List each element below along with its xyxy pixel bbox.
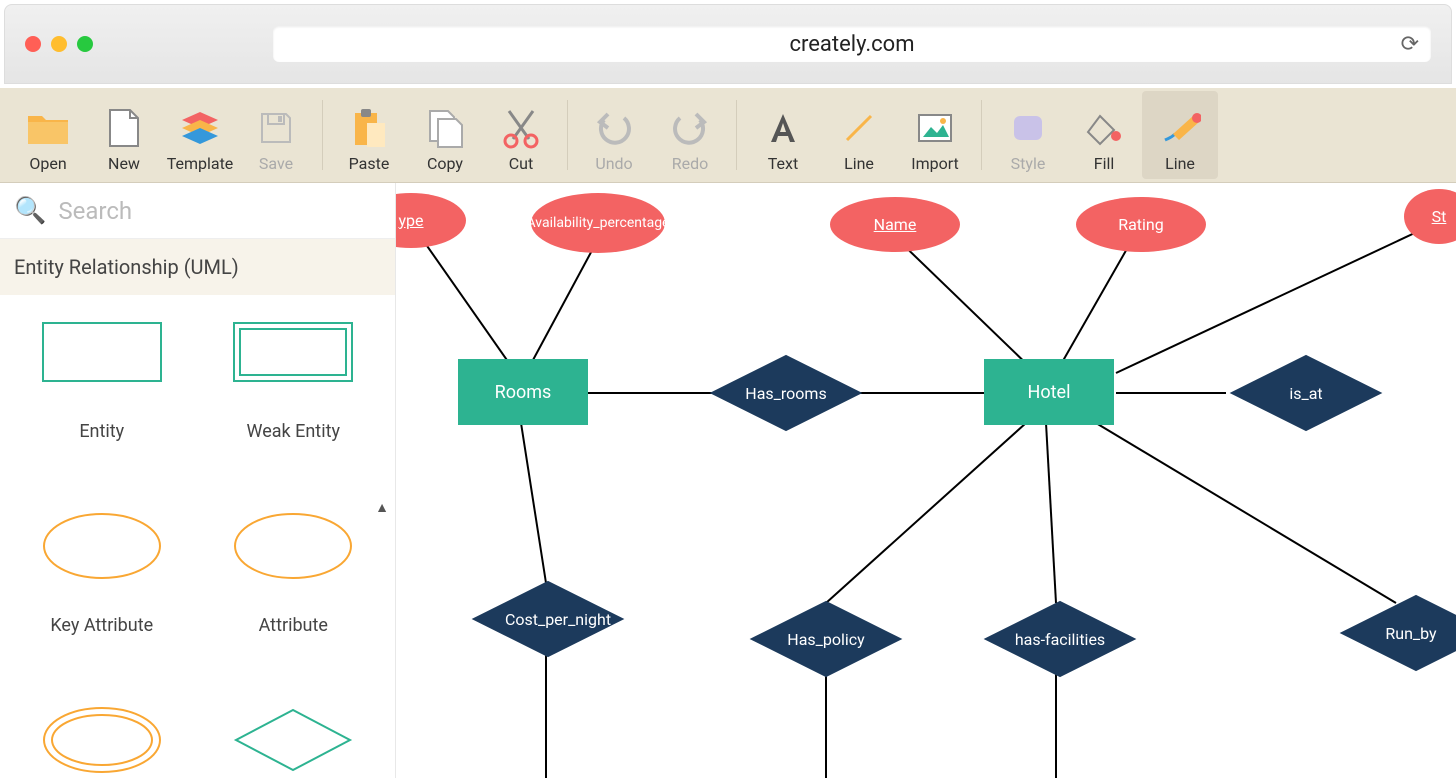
style-icon xyxy=(1006,106,1050,150)
folder-icon xyxy=(26,106,70,150)
pencil-icon xyxy=(1158,106,1202,150)
search-input[interactable] xyxy=(58,197,381,225)
toolbar-separator xyxy=(322,100,323,170)
main-toolbar: Open New Template Save Paste Copy Cut Un… xyxy=(0,88,1456,183)
shape-entity[interactable]: Entity xyxy=(6,311,198,501)
relationship-is-at[interactable]: is_at xyxy=(1216,355,1396,431)
traffic-lights xyxy=(25,36,93,52)
copy-icon xyxy=(423,106,467,150)
toolbar-separator xyxy=(567,100,568,170)
line-icon xyxy=(837,106,881,150)
shapes-sidebar: 🔍 Entity Relationship (UML) ▲ Entity Wea… xyxy=(0,183,395,778)
copy-button[interactable]: Copy xyxy=(407,91,483,179)
relationship-has-facilities[interactable]: has-facilities xyxy=(970,601,1150,677)
workspace: 🔍 Entity Relationship (UML) ▲ Entity Wea… xyxy=(0,183,1456,778)
toolbar-separator xyxy=(981,100,982,170)
new-file-icon xyxy=(102,106,146,150)
diagram-canvas[interactable]: ype Availability_percentage Name Rating … xyxy=(395,183,1456,778)
shape-attribute[interactable]: Attribute xyxy=(198,505,390,695)
attribute-name[interactable]: Name xyxy=(830,197,960,252)
browser-chrome: creately.com ⟳ xyxy=(4,4,1452,84)
relationship-run-by[interactable]: Run_by xyxy=(1326,595,1456,671)
line-tool-button[interactable]: Line xyxy=(1142,91,1218,179)
address-bar[interactable]: creately.com ⟳ xyxy=(273,26,1431,62)
close-window-button[interactable] xyxy=(25,36,41,52)
diagram-edges xyxy=(396,183,1456,778)
search-row: 🔍 xyxy=(0,183,395,239)
shape-key-attribute[interactable]: Key Attribute xyxy=(6,505,198,695)
relationship-cost-per-night[interactable]: Cost_per_night xyxy=(458,581,658,657)
import-button[interactable]: Import xyxy=(897,91,973,179)
style-button[interactable]: Style xyxy=(990,91,1066,179)
shape-weak-entity[interactable]: Weak Entity xyxy=(198,311,390,501)
redo-icon xyxy=(668,106,712,150)
undo-button[interactable]: Undo xyxy=(576,91,652,179)
open-button[interactable]: Open xyxy=(10,91,86,179)
shape-extra-1[interactable] xyxy=(6,699,198,778)
template-button[interactable]: Template xyxy=(162,91,238,179)
cut-button[interactable]: Cut xyxy=(483,91,559,179)
import-icon xyxy=(913,106,957,150)
scroll-up-icon[interactable]: ▲ xyxy=(375,499,389,516)
save-button[interactable]: Save xyxy=(238,91,314,179)
new-button[interactable]: New xyxy=(86,91,162,179)
cut-icon xyxy=(499,106,543,150)
entity-rooms[interactable]: Rooms xyxy=(458,359,588,425)
search-icon[interactable]: 🔍 xyxy=(14,196,46,226)
entity-hotel[interactable]: Hotel xyxy=(984,359,1114,425)
maximize-window-button[interactable] xyxy=(77,36,93,52)
fill-button[interactable]: Fill xyxy=(1066,91,1142,179)
attribute-rating[interactable]: Rating xyxy=(1076,197,1206,252)
line-button[interactable]: Line xyxy=(821,91,897,179)
text-button[interactable]: Text xyxy=(745,91,821,179)
attribute-availability[interactable]: Availability_percentage xyxy=(531,193,665,253)
undo-icon xyxy=(592,106,636,150)
relationship-has-policy[interactable]: Has_policy xyxy=(736,601,916,677)
relationship-has-rooms[interactable]: Has_rooms xyxy=(696,355,876,431)
fill-icon xyxy=(1082,106,1126,150)
paste-icon xyxy=(347,106,391,150)
redo-button[interactable]: Redo xyxy=(652,91,728,179)
category-title[interactable]: Entity Relationship (UML) xyxy=(0,239,395,295)
minimize-window-button[interactable] xyxy=(51,36,67,52)
template-icon xyxy=(178,106,222,150)
paste-button[interactable]: Paste xyxy=(331,91,407,179)
shape-extra-2[interactable] xyxy=(198,699,390,778)
save-icon xyxy=(254,106,298,150)
url-text: creately.com xyxy=(789,32,914,57)
toolbar-separator xyxy=(736,100,737,170)
text-icon xyxy=(761,106,805,150)
shape-palette: Entity Weak Entity Key Attribute Attribu… xyxy=(0,295,395,778)
reload-icon[interactable]: ⟳ xyxy=(1401,32,1419,57)
